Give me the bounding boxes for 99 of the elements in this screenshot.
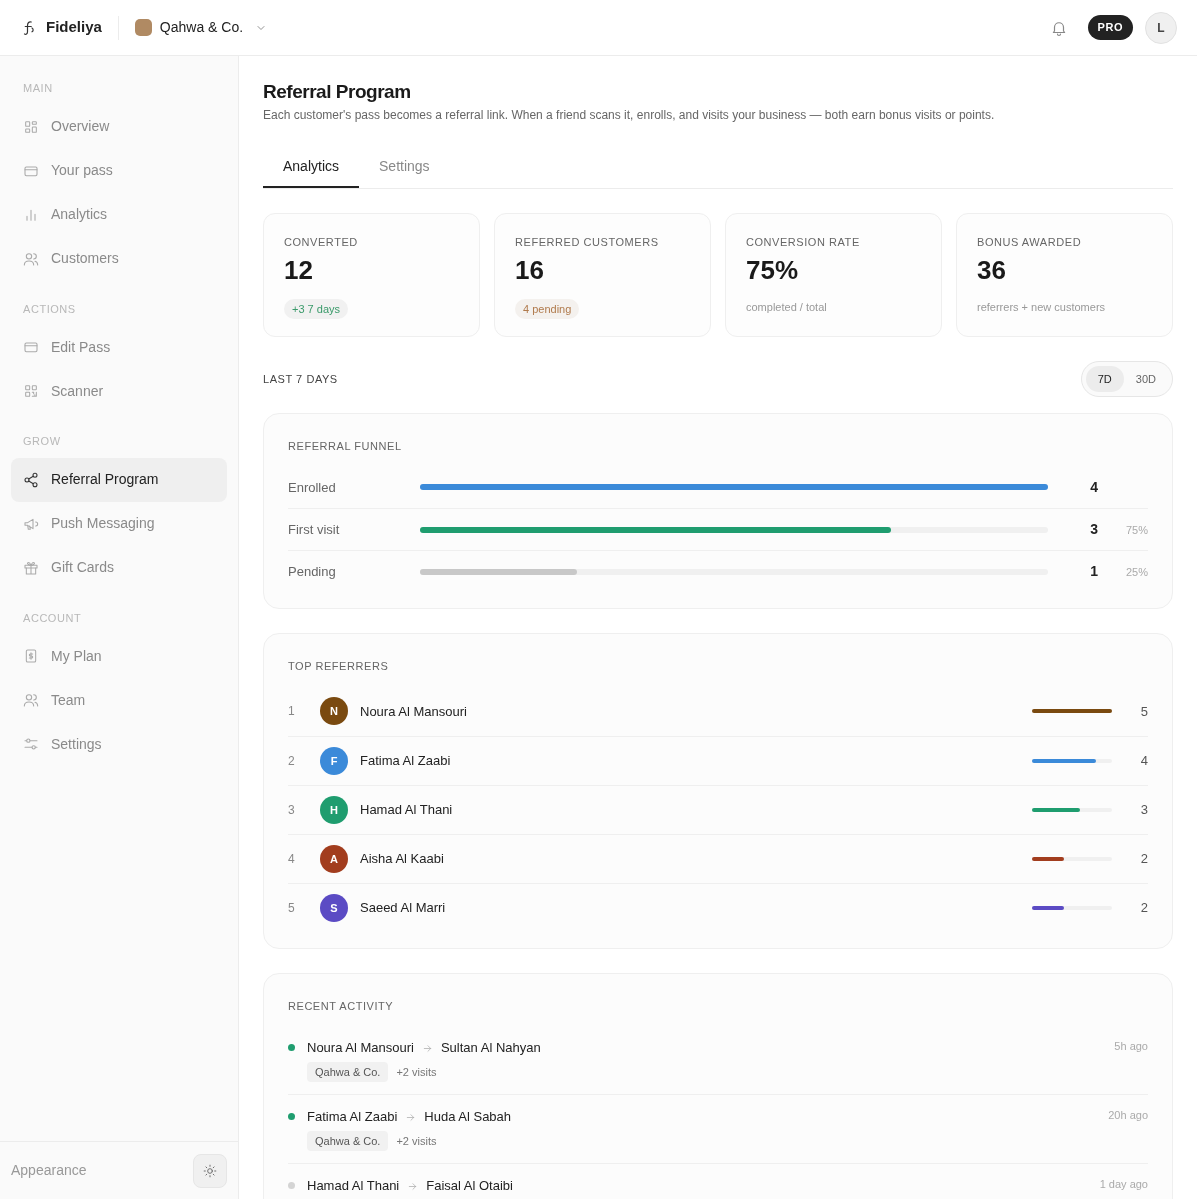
sidebar-item[interactable]: Customers [11,236,227,281]
rank-number: 2 [288,752,296,770]
referral-count: 2 [1139,850,1148,868]
panel-title: RECENT ACTIVITY [288,998,395,1014]
business-tag: Qahwa & Co. [307,1061,389,1083]
rank-number: 4 [288,850,296,868]
stat-value: 75% [746,254,800,287]
referrer-name: Fatima Al Zaabi [307,1108,398,1127]
referred-name: Faisal Al Otaibi [426,1177,513,1196]
sidebar-item[interactable]: Edit Pass [11,325,227,369]
tab[interactable]: Analytics [263,147,360,188]
panel-title: TOP REFERRERS [288,659,390,675]
referral-count: 4 [1139,752,1148,770]
plan-badge: PRO [1087,15,1133,40]
initial-avatar: F [320,746,348,775]
sliders-icon [23,736,39,752]
rank-number: 3 [288,801,296,819]
sidebar-item[interactable]: My Plan [11,634,227,678]
referred-name: Huda Al Sabah [424,1108,512,1127]
reward-text: +2 visits [396,1064,437,1080]
referral-count: 3 [1139,801,1148,819]
referrer-name: Hamad Al Thani [307,1177,400,1196]
referral-count: 5 [1139,702,1148,721]
referrer-name: Aisha Al Kaabi [360,850,445,868]
stat-value: 12 [284,254,314,287]
sidebar-item[interactable]: Your pass [11,148,227,193]
stat-label: CONVERTED [284,234,359,250]
funnel-percent: 25% [1124,564,1148,580]
users-icon [23,250,39,267]
users-icon [23,692,39,708]
referrer-name: Saeed Al Marri [360,899,447,917]
arrow-right-icon [405,1111,417,1123]
stat-value: 36 [977,254,1007,287]
reward-text: +2 visits [396,1133,437,1149]
sidebar-item[interactable]: Referral Program [11,457,227,502]
stat-label: REFERRED CUSTOMERS [515,234,660,250]
arrow-right-icon [407,1180,419,1192]
activity-time: 20h ago [1108,1108,1148,1124]
funnel-count: 3 [1089,520,1098,540]
sidebar-item[interactable]: Settings [11,722,227,766]
rank-number: 5 [288,899,296,917]
referral-count: 2 [1139,899,1148,917]
activity-time: 5h ago [1114,1039,1148,1055]
share-icon [23,471,39,488]
sidebar-item[interactable]: Push Messaging [11,501,227,546]
business-logo-placeholder [134,19,152,36]
initial-avatar: N [320,697,348,726]
period-label: LAST 7 DAYS [263,371,338,387]
period-option[interactable]: 30D [1123,365,1168,392]
referred-name: Sultan Al Nahyan [440,1039,541,1058]
brand-name: Fideliya [46,17,102,38]
funnel-percent: 75% [1124,522,1148,538]
tab[interactable]: Settings [359,147,450,188]
stat-note: completed / total [746,299,828,315]
referrer-name: Hamad Al Thani [360,801,454,819]
activity-time: 1 day ago [1099,1177,1148,1193]
grid-icon [23,118,39,135]
user-avatar[interactable]: L [1145,11,1177,44]
section-heading: MAIN [22,81,54,96]
funnel-count: 4 [1089,477,1098,497]
qr-code-icon [23,383,39,399]
funnel-count: 1 [1089,562,1098,582]
sun-icon [203,1163,217,1178]
sidebar-item[interactable]: Gift Cards [11,545,227,590]
stat-badge: 4 pending [515,298,580,320]
funnel-label: First visit [288,521,341,539]
referrer-name: Fatima Al Zaabi [360,752,452,770]
stat-label: BONUS AWARDED [977,234,1083,250]
gift-icon [23,559,39,576]
business-tag: Qahwa & Co. [307,1130,389,1152]
business-switcher[interactable]: Qahwa & Co. [134,17,268,38]
section-heading: GROW [22,434,62,449]
stat-note: referrers + new customers [977,299,1107,315]
appearance-label: Appearance [11,1161,87,1180]
section-heading: ACCOUNT [22,610,83,626]
initial-avatar: A [320,844,348,873]
stat-value: 16 [515,254,545,287]
sidebar-item[interactable]: Team [11,678,227,722]
rank-number: 1 [288,703,296,721]
initial-avatar: H [320,795,348,824]
theme-toggle-button[interactable] [193,1153,227,1188]
initial-avatar: S [320,893,348,922]
referrer-name: Noura Al Mansouri [360,702,468,721]
page-title: Referral Program [263,80,412,104]
panel-title: REFERRAL FUNNEL [288,438,403,454]
arrow-right-icon [421,1042,433,1054]
stat-badge: +3 7 days [284,298,348,320]
period-option[interactable]: 7D [1085,365,1124,392]
card-icon [23,339,39,355]
sidebar-item[interactable]: Overview [11,104,227,149]
funnel-label: Pending [288,563,337,581]
section-heading: ACTIONS [22,301,77,317]
sidebar-item[interactable]: Analytics [11,192,227,237]
stat-label: CONVERSION RATE [746,234,861,250]
page-subtitle: Each customer's pass becomes a referral link. When a friend scans it, enrolls, and visits your business — both earn bonus visits or points. [263,106,996,124]
sidebar-item[interactable]: Scanner [11,369,227,413]
funnel-label: Enrolled [288,478,337,497]
referrer-name: Noura Al Mansouri [307,1039,414,1058]
dollar-document-icon [23,648,39,664]
